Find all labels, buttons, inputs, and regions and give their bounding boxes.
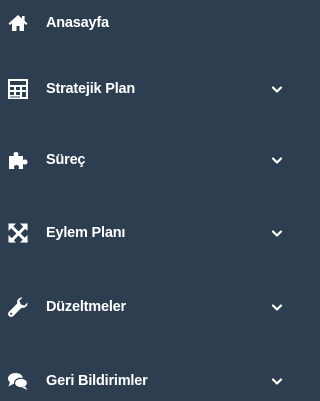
sidebar-item-label: Süreç bbox=[46, 152, 86, 168]
puzzle-icon bbox=[7, 149, 29, 171]
calculator-icon bbox=[7, 78, 29, 100]
chevron-down-icon[interactable] bbox=[271, 302, 283, 314]
sidebar-item-duzeltmeler[interactable]: Düzeltmeler bbox=[0, 287, 293, 327]
sidebar-item-surec[interactable]: Süreç bbox=[0, 140, 293, 180]
comments-icon bbox=[7, 370, 29, 392]
sidebar-item-label: Geri Bildirimler bbox=[46, 373, 148, 389]
sidebar-item-label: Anasayfa bbox=[46, 15, 109, 31]
expand-arrows-icon bbox=[7, 222, 29, 244]
chevron-down-icon[interactable] bbox=[271, 376, 283, 388]
sidebar-item-stratejik-plan[interactable]: Stratejik Plan bbox=[0, 69, 293, 109]
sidebar-item-eylem-plani[interactable]: Eylem Planı bbox=[0, 213, 293, 253]
sidebar-item-anasayfa[interactable]: Anasayfa bbox=[0, 3, 293, 43]
wrench-icon bbox=[7, 296, 29, 318]
sidebar-item-label: Eylem Planı bbox=[46, 225, 126, 241]
chevron-down-icon[interactable] bbox=[271, 84, 283, 96]
sidebar-item-geri-bildirimler[interactable]: Geri Bildirimler bbox=[0, 361, 293, 401]
sidebar-item-label: Düzeltmeler bbox=[46, 299, 126, 315]
chevron-down-icon[interactable] bbox=[271, 228, 283, 240]
home-icon bbox=[7, 12, 29, 34]
chevron-down-icon[interactable] bbox=[271, 155, 283, 167]
sidebar-item-label: Stratejik Plan bbox=[46, 81, 136, 97]
sidebar-menu: Anasayfa Stratejik Plan Süreç Eylem Plan… bbox=[0, 0, 293, 395]
